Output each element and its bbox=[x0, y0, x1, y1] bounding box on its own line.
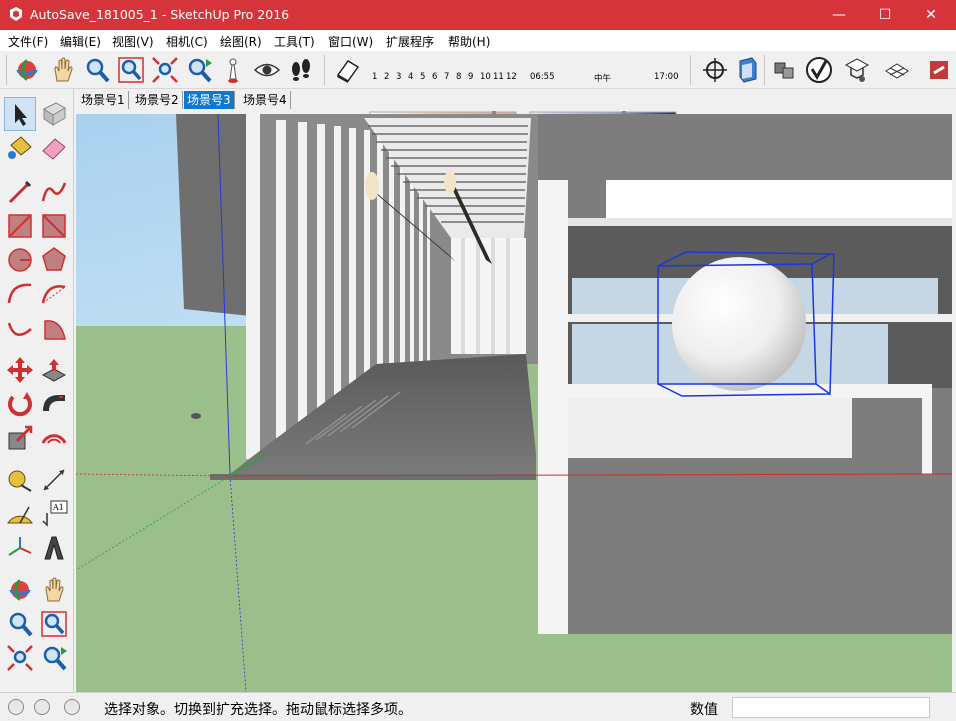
position-camera-icon[interactable] bbox=[218, 55, 248, 85]
zoom-icon[interactable] bbox=[82, 55, 112, 85]
move-icon[interactable] bbox=[5, 355, 35, 385]
zoom-extents-icon[interactable] bbox=[5, 643, 35, 673]
menu-draw[interactable]: 绘图(R) bbox=[220, 33, 262, 50]
user-icon[interactable] bbox=[64, 699, 80, 715]
tab-scene-2[interactable]: 场景号2 bbox=[132, 91, 183, 109]
components-icon[interactable] bbox=[770, 55, 800, 85]
validate-icon[interactable] bbox=[804, 55, 834, 85]
svg-text:A1: A1 bbox=[52, 503, 64, 512]
top-toolbar: 1 2 3 4 5 6 7 8 9 10 11 12 06:55 中午 17:0… bbox=[0, 51, 956, 121]
component-icon[interactable] bbox=[39, 99, 69, 129]
shadow-tick: 1 bbox=[372, 72, 378, 82]
orbit-icon[interactable] bbox=[12, 55, 42, 85]
menu-edit[interactable]: 编辑(E) bbox=[60, 33, 101, 50]
circle-icon[interactable] bbox=[5, 245, 35, 275]
layout-icon[interactable] bbox=[924, 55, 954, 85]
close-button[interactable]: ✕ bbox=[908, 0, 954, 30]
rectangle-icon[interactable] bbox=[5, 211, 35, 241]
pan-icon[interactable] bbox=[48, 55, 78, 85]
text-icon[interactable]: A1 bbox=[39, 499, 69, 529]
shadow-tick: 6 bbox=[432, 72, 438, 82]
tape-measure-icon[interactable] bbox=[5, 465, 35, 495]
orbit-icon[interactable] bbox=[5, 575, 35, 605]
3d-text-icon[interactable] bbox=[39, 533, 69, 563]
two-point-arc-icon[interactable] bbox=[39, 279, 69, 309]
shadow-tick: 8 bbox=[456, 72, 462, 82]
menu-extensions[interactable]: 扩展程序 bbox=[386, 33, 434, 50]
walk-icon[interactable] bbox=[286, 55, 316, 85]
zoom-icon[interactable] bbox=[5, 609, 35, 639]
geo-location-icon[interactable] bbox=[8, 699, 24, 715]
shadow-tick: 9 bbox=[468, 72, 474, 82]
scene-tabs: 场景号1 场景号2 场景号3 场景号4 bbox=[76, 89, 956, 111]
value-label: 数值 bbox=[690, 702, 718, 718]
previous-view-icon[interactable] bbox=[184, 55, 214, 85]
dimension-icon[interactable] bbox=[39, 465, 69, 495]
arc-icon[interactable] bbox=[5, 279, 35, 309]
line-icon[interactable] bbox=[5, 177, 35, 207]
maximize-button[interactable]: ☐ bbox=[862, 0, 908, 30]
shadow-tick: 3 bbox=[396, 72, 402, 82]
paint-bucket-icon[interactable] bbox=[5, 133, 35, 163]
status-message: 选择对象。切换到扩充选择。拖动鼠标选择多项。 bbox=[104, 702, 412, 718]
scene-render bbox=[76, 114, 952, 692]
shadow-tick: 2 bbox=[384, 72, 390, 82]
model-viewport[interactable] bbox=[76, 114, 952, 692]
menu-view[interactable]: 视图(V) bbox=[112, 33, 154, 50]
polygon-icon[interactable] bbox=[39, 245, 69, 275]
eraser-icon[interactable] bbox=[39, 133, 69, 163]
menu-bar: 文件(F) 编辑(E) 视图(V) 相机(C) 绘图(R) 工具(T) 窗口(W… bbox=[0, 30, 956, 51]
menu-help[interactable]: 帮助(H) bbox=[448, 33, 490, 50]
sketchup-logo-icon bbox=[10, 7, 22, 21]
select-icon[interactable] bbox=[5, 99, 35, 129]
title-bar: AutoSave_181005_1 - SketchUp Pro 2016 — … bbox=[0, 0, 956, 30]
left-toolbar: A1 bbox=[0, 89, 74, 692]
push-pull-icon[interactable] bbox=[39, 355, 69, 385]
minimize-button[interactable]: — bbox=[816, 0, 862, 30]
zoom-window-icon[interactable] bbox=[116, 55, 146, 85]
extension-icon[interactable] bbox=[882, 55, 912, 85]
protractor-icon[interactable] bbox=[5, 499, 35, 529]
zoom-extents-icon[interactable] bbox=[150, 55, 180, 85]
shadow-tick: 11 bbox=[493, 72, 504, 82]
pan-icon[interactable] bbox=[39, 575, 69, 605]
shadow-tick: 5 bbox=[420, 72, 426, 82]
tab-scene-3[interactable]: 场景号3 bbox=[184, 91, 235, 109]
look-around-icon[interactable] bbox=[252, 55, 282, 85]
zoom-window-icon[interactable] bbox=[39, 609, 69, 639]
time-end: 17:00 bbox=[654, 72, 679, 82]
axes-icon[interactable] bbox=[5, 533, 35, 563]
rotate-icon[interactable] bbox=[5, 389, 35, 419]
status-bar: 选择对象。切换到扩充选择。拖动鼠标选择多项。 数值 bbox=[0, 692, 956, 721]
menu-tools[interactable]: 工具(T) bbox=[274, 33, 315, 50]
tab-scene-4[interactable]: 场景号4 bbox=[240, 91, 291, 109]
model-info-icon[interactable] bbox=[732, 55, 762, 85]
previous-icon[interactable] bbox=[39, 643, 69, 673]
tab-scene-1[interactable]: 场景号1 bbox=[78, 91, 129, 109]
shadow-tick: 4 bbox=[408, 72, 414, 82]
three-point-arc-icon[interactable] bbox=[5, 313, 35, 343]
shadow-tick: 12 bbox=[506, 72, 517, 82]
window-title: AutoSave_181005_1 - SketchUp Pro 2016 bbox=[30, 7, 290, 22]
shadow-tick: 7 bbox=[444, 72, 450, 82]
menu-window[interactable]: 窗口(W) bbox=[328, 33, 373, 50]
warehouse-icon[interactable] bbox=[842, 55, 872, 85]
scale-icon[interactable] bbox=[5, 423, 35, 453]
rotated-rectangle-icon[interactable] bbox=[39, 211, 69, 241]
time-mid: 中午 bbox=[594, 74, 612, 84]
credits-icon[interactable] bbox=[34, 699, 50, 715]
follow-me-icon[interactable] bbox=[39, 389, 69, 419]
shadows-icon[interactable] bbox=[332, 55, 362, 85]
offset-icon[interactable] bbox=[39, 423, 69, 453]
time-start: 06:55 bbox=[530, 72, 555, 82]
freehand-icon[interactable] bbox=[39, 177, 69, 207]
menu-file[interactable]: 文件(F) bbox=[8, 33, 48, 50]
section-plane-icon[interactable] bbox=[700, 55, 730, 85]
pie-icon[interactable] bbox=[39, 313, 69, 343]
shadow-tick: 10 bbox=[480, 72, 491, 82]
menu-camera[interactable]: 相机(C) bbox=[166, 33, 208, 50]
value-input[interactable] bbox=[732, 697, 930, 718]
